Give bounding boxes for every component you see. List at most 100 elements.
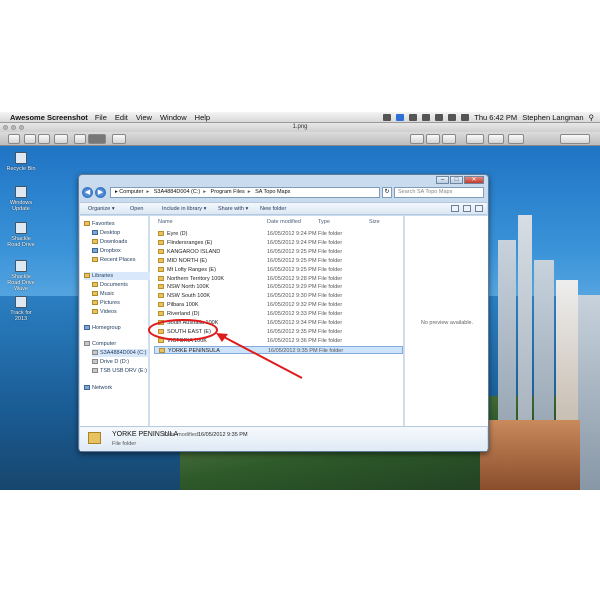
nav-pictures[interactable]: Pictures (92, 299, 120, 307)
nav-desktop[interactable]: Desktop (92, 229, 120, 237)
zoom-out-icon[interactable] (24, 134, 36, 144)
view-list-icon[interactable] (442, 134, 456, 144)
close-button[interactable]: ✕ (464, 176, 484, 184)
rectangle-tool-icon[interactable] (74, 134, 86, 144)
organize-button[interactable]: Organize ▾ (88, 203, 115, 215)
file-row[interactable]: Flindersranges (E) 16/05/2012 9:24 PM File… (154, 239, 403, 247)
nav-libraries[interactable]: Libraries (84, 272, 151, 280)
share-with-button[interactable]: Share with ▾ (218, 203, 248, 215)
column-size[interactable]: Size (369, 218, 380, 226)
nav-drive-c[interactable]: S3A4884D004 (C:) (92, 349, 149, 357)
search-input[interactable]: Search SA Topo Maps (394, 187, 484, 198)
preview-pane: No preview available. (404, 216, 488, 426)
pen-tool-icon[interactable] (112, 134, 126, 144)
change-view-icon[interactable] (451, 205, 459, 212)
desktop-icon-shackle-road-wave[interactable]: Shackle Road Drive Wave (6, 260, 36, 292)
hand-tool-icon[interactable] (54, 134, 68, 144)
zoom-window-icon[interactable] (19, 125, 24, 130)
file-row[interactable]: South Australia 100K 16/05/2012 9:34 PM Fi… (154, 319, 403, 327)
user-name[interactable]: Stephen Langman (522, 113, 583, 122)
column-date-modified[interactable]: Date modified (267, 218, 301, 226)
help-icon[interactable] (475, 205, 483, 212)
nav-documents[interactable]: Documents (92, 281, 128, 289)
file-row[interactable]: NSW South 100K 16/05/2012 9:30 PM File fol… (154, 292, 403, 300)
new-folder-button[interactable]: New folder (260, 203, 286, 215)
file-row[interactable]: NSW North 100K 16/05/2012 9:29 PM File fol… (154, 283, 403, 291)
libraries-icon (84, 273, 90, 278)
file-row[interactable]: YORKE PENINSULA 16/05/2012 9:35 PM File fo… (154, 345, 403, 354)
close-window-icon[interactable] (3, 125, 8, 130)
desktop-icon-shackle-road[interactable]: Shackle Road Drive (6, 222, 36, 248)
desktop-icon (92, 230, 98, 235)
breadcrumb-drive[interactable]: S3A4884D004 (C:) (154, 189, 200, 195)
dropbox-icon[interactable] (383, 114, 392, 121)
select-tool-icon[interactable] (88, 134, 106, 144)
file-row[interactable]: Pilbara 100K 16/05/2012 9:32 PM File folde… (154, 301, 403, 309)
menu-file[interactable]: File (95, 113, 107, 122)
file-name: Flindersranges (E) (158, 239, 212, 247)
battery-icon[interactable] (461, 114, 470, 121)
clock[interactable]: Thu 6:42 PM (474, 113, 517, 122)
nav-homegroup[interactable]: Homegroup (84, 324, 121, 332)
open-button[interactable]: Open (130, 203, 143, 215)
wifi-icon[interactable] (435, 114, 444, 121)
app-menu[interactable]: Awesome Screenshot (10, 113, 88, 122)
nav-favorites[interactable]: Favorites (84, 220, 115, 228)
share-icon[interactable] (466, 134, 484, 144)
nav-recent-places[interactable]: Recent Places (92, 256, 135, 264)
nav-computer[interactable]: Computer (84, 340, 116, 348)
bluetooth-icon[interactable] (422, 114, 431, 121)
view-single-icon[interactable] (410, 134, 424, 144)
timemachine-icon[interactable] (409, 114, 418, 121)
sidebar-toggle-icon[interactable] (8, 134, 20, 144)
file-row[interactable]: Mt Lofty Ranges (E) 16/05/2012 9:25 PM Fil… (154, 266, 403, 274)
desktop-icon-track[interactable]: Track for 2013 (6, 296, 36, 322)
menu-window[interactable]: Window (160, 113, 187, 122)
file-name: Eyre (D) (158, 230, 187, 238)
menu-help[interactable]: Help (195, 113, 210, 122)
maximize-button[interactable]: □ (450, 176, 463, 184)
file-row[interactable]: VICTORIA 100K 16/05/2012 9:36 PM File fold… (154, 337, 403, 345)
nav-dropbox[interactable]: Dropbox (92, 247, 121, 255)
refresh-icon[interactable]: ↻ (382, 187, 392, 198)
file-date: 16/05/2012 9:29 PM (267, 284, 317, 291)
breadcrumb-program-files[interactable]: Program Files (211, 189, 245, 195)
file-row[interactable]: Riverland (D) 16/05/2012 9:33 PM File fold… (154, 310, 403, 318)
include-in-library-button[interactable]: Include in library ▾ (162, 203, 206, 215)
column-name[interactable]: Name (158, 218, 173, 226)
file-row[interactable]: KANGAROO ISLAND 16/05/2012 9:25 PM File fo… (154, 248, 403, 256)
search-field[interactable] (560, 134, 590, 144)
screenshot-tool-icon[interactable] (396, 114, 405, 121)
file-row[interactable]: Northern Territory 100K 16/05/2012 9:28 P… (154, 275, 403, 283)
file-row[interactable]: MID NORTH (E) 16/05/2012 9:25 PM File fold… (154, 257, 403, 265)
nav-drive-d[interactable]: Drive D (D:) (92, 358, 129, 366)
minimize-window-icon[interactable] (11, 125, 16, 130)
forward-arrow-icon[interactable]: ▶ (95, 187, 106, 198)
address-bar[interactable]: ▸ Computer ▸ S3A4884D004 (C:) ▸ Program Fi… (110, 187, 380, 198)
breadcrumb-computer[interactable]: Computer (119, 189, 143, 195)
info-icon[interactable] (488, 134, 504, 144)
volume-icon[interactable] (448, 114, 457, 121)
minimize-button[interactable]: – (436, 176, 449, 184)
breadcrumb-sa-topo-maps[interactable]: SA Topo Maps (255, 189, 290, 195)
desktop-icon-windows-update[interactable]: Windows Update (6, 186, 36, 212)
spotlight-icon[interactable]: ⚲ (589, 113, 595, 122)
file-row[interactable]: Eyre (D) 16/05/2012 9:24 PM File folder (154, 230, 403, 238)
nav-videos[interactable]: Videos (92, 308, 117, 316)
annotate-icon[interactable] (508, 134, 524, 144)
nav-music[interactable]: Music (92, 290, 114, 298)
column-type[interactable]: Type (318, 218, 330, 226)
folder-icon (158, 284, 164, 290)
desktop-icon-recycle-bin[interactable]: Recycle Bin (6, 152, 36, 172)
view-grid-icon[interactable] (426, 134, 440, 144)
nav-downloads[interactable]: Downloads (92, 238, 127, 246)
nav-network[interactable]: Network (84, 384, 112, 392)
zoom-in-icon[interactable] (38, 134, 50, 144)
preview-pane-icon[interactable] (463, 205, 471, 212)
network-icon (84, 385, 90, 390)
file-row[interactable]: SOUTH EAST (E) 16/05/2012 9:35 PM File fol… (154, 328, 403, 336)
menu-view[interactable]: View (136, 113, 152, 122)
nav-drive-e[interactable]: TSB USB DRV (E:) (92, 367, 147, 375)
back-arrow-icon[interactable]: ◀ (82, 187, 93, 198)
menu-edit[interactable]: Edit (115, 113, 128, 122)
